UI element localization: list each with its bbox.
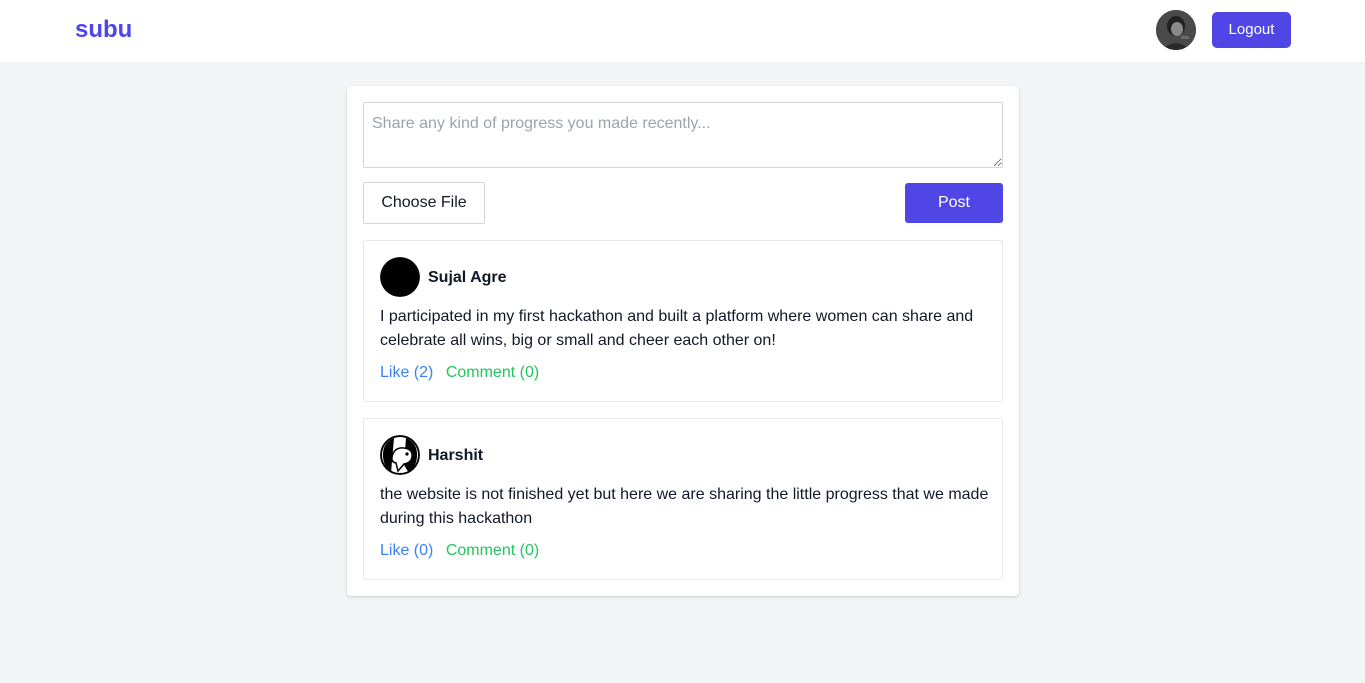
post-author: Harshit: [428, 447, 484, 464]
top-navbar: subu Logout: [0, 0, 1365, 62]
post-actions: Like (2) Comment (0): [380, 363, 539, 383]
post-body: I participated in my first hackathon and…: [380, 308, 974, 349]
like-button[interactable]: Like (0): [380, 542, 433, 559]
post-card: Sujal Agre I participated in my first ha…: [363, 240, 1003, 402]
post-button[interactable]: Post: [905, 183, 1003, 223]
post-card: Harshit the website is not finished yet …: [363, 418, 1003, 580]
brand-logo[interactable]: subu: [75, 15, 132, 45]
like-button[interactable]: Like (2): [380, 364, 433, 381]
black-circle-avatar-icon: [380, 257, 420, 297]
progress-textarea[interactable]: [363, 102, 1003, 168]
choose-file-button[interactable]: Choose File: [363, 182, 485, 224]
post-body: the website is not finished yet but here…: [380, 486, 989, 527]
logout-button[interactable]: Logout: [1212, 12, 1291, 48]
feed-card: Choose File Post Sujal Agre I participat…: [347, 86, 1019, 596]
comment-button[interactable]: Comment (0): [446, 364, 539, 381]
user-avatar-icon[interactable]: [1156, 10, 1196, 50]
comment-button[interactable]: Comment (0): [446, 542, 539, 559]
creature-avatar-icon: [380, 435, 420, 475]
post-actions: Like (0) Comment (0): [380, 541, 539, 561]
post-author: Sujal Agre: [428, 269, 507, 286]
